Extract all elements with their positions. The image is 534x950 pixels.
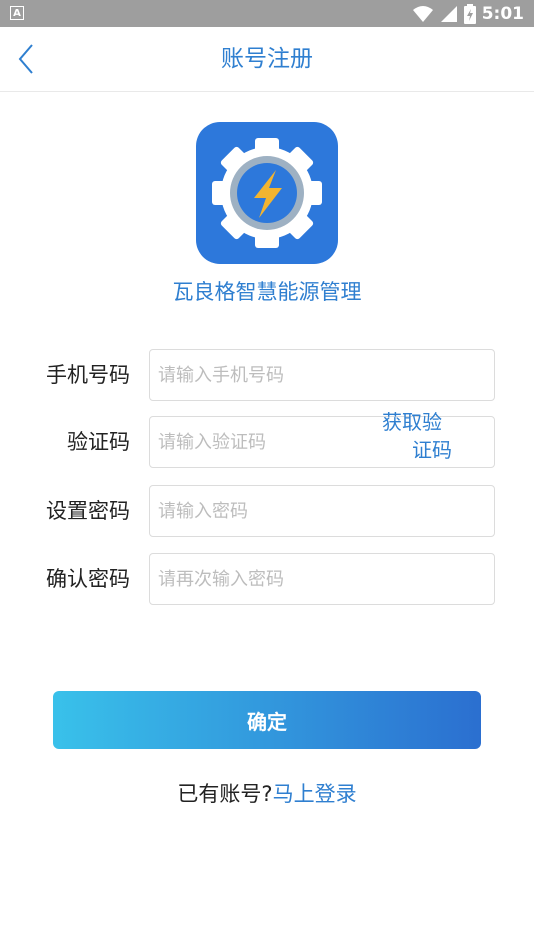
wifi-icon — [412, 5, 433, 22]
app-name: 瓦良格智慧能源管理 — [172, 280, 362, 304]
status-bar: A 5:01 — [0, 0, 534, 27]
status-time: 5:01 — [481, 3, 524, 24]
status-icons: 5:01 — [412, 3, 524, 24]
phone-label: 手机号码 — [46, 363, 130, 387]
notification-indicator: A — [10, 6, 24, 20]
get-code-line2: 证码 — [412, 438, 452, 462]
get-code-line1: 获取验 — [382, 410, 442, 434]
login-prompt: 已有账号? — [177, 782, 273, 806]
chevron-left-icon[interactable] — [12, 43, 42, 75]
login-row: 已有账号?马上登录 — [0, 778, 534, 808]
password-label: 设置密码 — [46, 499, 130, 523]
app-logo — [196, 122, 338, 264]
phone-input[interactable] — [149, 349, 495, 401]
confirm-password-label: 确认密码 — [46, 567, 130, 591]
battery-icon — [463, 3, 476, 24]
confirm-password-input[interactable] — [149, 553, 495, 605]
password-input[interactable] — [149, 485, 495, 537]
nav-bar: 账号注册 — [0, 27, 534, 92]
signal-icon — [440, 5, 457, 22]
gear-lightning-icon — [212, 138, 322, 248]
get-code-button[interactable]: 获取验 证码 — [372, 408, 452, 464]
login-link[interactable]: 马上登录 — [273, 782, 357, 806]
confirm-button[interactable]: 确定 — [53, 691, 481, 749]
code-label: 验证码 — [67, 430, 130, 454]
page-title: 账号注册 — [221, 46, 313, 72]
